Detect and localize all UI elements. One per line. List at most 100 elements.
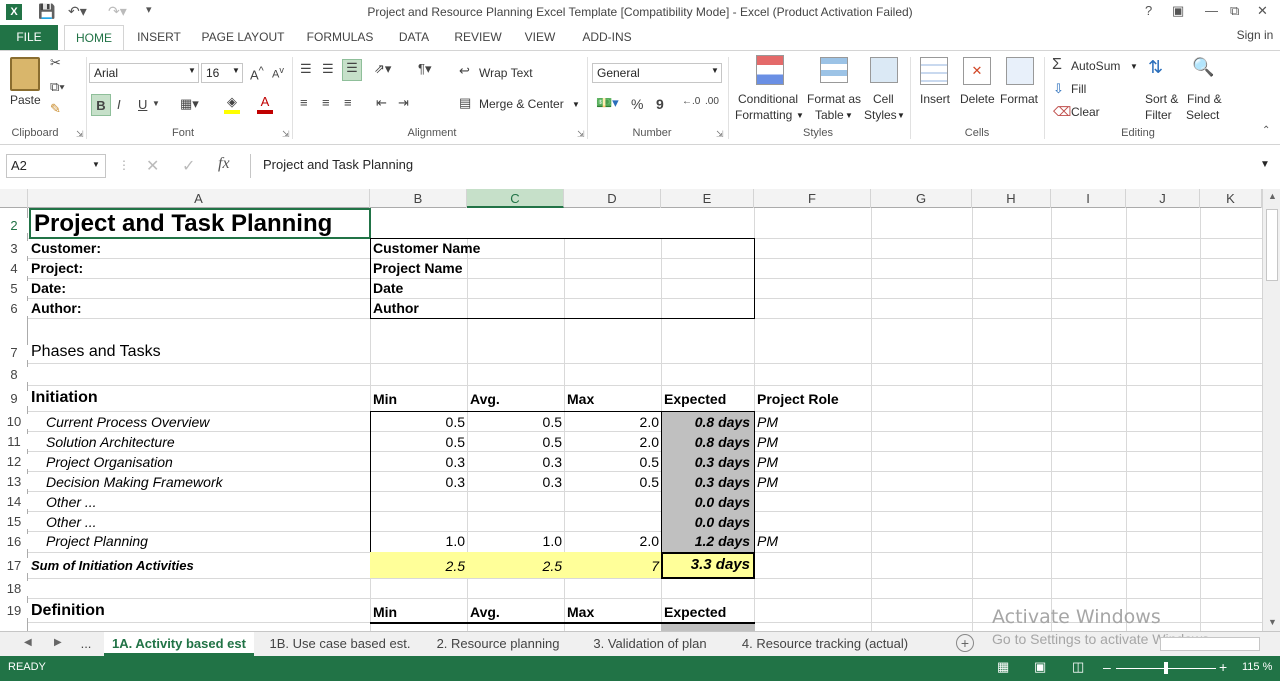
wrap-text-button[interactable]: Wrap Text	[479, 66, 533, 80]
col-header[interactable]: G	[871, 189, 972, 208]
row-header[interactable]: 15	[0, 514, 28, 529]
sort-filter-icon[interactable]: ⇅	[1148, 57, 1163, 78]
decrease-indent-icon[interactable]: ⇤	[376, 95, 387, 111]
align-left-icon[interactable]: ≡	[300, 95, 308, 110]
fill-icon[interactable]: ⇩	[1053, 81, 1064, 97]
sum-label[interactable]: Sum of Initiation Activities	[31, 558, 194, 573]
task-expected[interactable]: 0.3 days	[662, 454, 750, 470]
help-button[interactable]: ?	[1145, 3, 1152, 18]
task-name[interactable]: Project Planning	[46, 533, 148, 549]
task-avg[interactable]: 0.5	[467, 434, 562, 450]
task-role[interactable]: PM	[757, 434, 778, 450]
row-header[interactable]: 6	[0, 301, 28, 316]
underline-dropdown-icon[interactable]: ▼	[152, 99, 160, 108]
increase-decimal-icon[interactable]: ←.0	[682, 96, 700, 107]
task-min[interactable]: 0.5	[370, 414, 465, 430]
page-layout-view-icon[interactable]: ▣	[1034, 659, 1046, 675]
task-role[interactable]: PM	[757, 454, 778, 470]
number-format-select[interactable]: General	[592, 63, 722, 83]
format-cells-icon[interactable]	[1006, 57, 1034, 85]
task-max[interactable]: 0.5	[564, 474, 659, 490]
worksheet-grid[interactable]: 2 3 4 5 6 7 8 9 10 11 12 13 14 15 16 17 …	[0, 208, 1262, 631]
task-expected[interactable]: 0.0 days	[662, 494, 750, 510]
accounting-format-icon[interactable]: 💵▾	[596, 95, 619, 111]
align-bottom-icon[interactable]: ☰	[342, 59, 362, 81]
sum-min[interactable]: 2.5	[370, 558, 465, 574]
row-header[interactable]: 13	[0, 474, 28, 489]
task-role[interactable]: PM	[757, 533, 778, 549]
max-header[interactable]: Max	[567, 391, 594, 407]
info-label[interactable]: Author:	[31, 300, 82, 316]
autosum-button[interactable]: AutoSum	[1071, 59, 1120, 73]
copy-icon[interactable]: ⧉▾	[50, 79, 65, 95]
row-header[interactable]: 4	[0, 261, 28, 276]
info-value[interactable]: Date	[373, 280, 403, 296]
scroll-down-icon[interactable]: ▼	[1268, 617, 1277, 627]
zoom-out-button[interactable]: –	[1103, 659, 1111, 675]
tab-home[interactable]: HOME	[64, 25, 124, 51]
merge-center-icon[interactable]: ▤	[459, 95, 471, 111]
next-sheet-icon[interactable]: ▶	[54, 637, 62, 648]
increase-font-icon[interactable]: A^	[250, 65, 264, 82]
format-as-table-button[interactable]: Format as	[807, 92, 861, 106]
sum-max[interactable]: 7	[564, 558, 659, 574]
task-max[interactable]: 2.0	[564, 434, 659, 450]
italic-button[interactable]: I	[117, 97, 121, 112]
align-right-icon[interactable]: ≡	[344, 95, 352, 110]
info-value[interactable]: Customer Name	[373, 240, 480, 256]
page-break-view-icon[interactable]: ◫	[1072, 659, 1084, 675]
col-header[interactable]: C	[467, 189, 564, 208]
find-select-button[interactable]: Find &	[1187, 92, 1222, 106]
zoom-slider-handle[interactable]	[1164, 662, 1168, 674]
tab-file[interactable]: FILE	[0, 25, 58, 50]
initiation-header[interactable]: Initiation	[31, 389, 98, 407]
avg-header[interactable]: Avg.	[470, 391, 500, 407]
sign-in-link[interactable]: Sign in	[1232, 23, 1278, 48]
tab-review[interactable]: REVIEW	[450, 25, 506, 50]
bold-button[interactable]: B	[91, 94, 111, 116]
expand-formula-icon[interactable]: ▼	[1260, 159, 1270, 170]
col-header[interactable]: B	[370, 189, 467, 208]
row-header[interactable]: 16	[0, 534, 28, 549]
info-label[interactable]: Customer:	[31, 240, 101, 256]
info-value[interactable]: Author	[373, 300, 419, 316]
formula-input[interactable]: Project and Task Planning	[250, 154, 1276, 178]
row-header[interactable]: 5	[0, 281, 28, 296]
col-header[interactable]: H	[972, 189, 1051, 208]
col-header[interactable]: E	[661, 189, 754, 208]
align-top-icon[interactable]: ☰	[300, 61, 312, 77]
definition-header[interactable]: Definition	[31, 602, 105, 620]
def-min-header[interactable]: Min	[373, 604, 397, 620]
name-box[interactable]: A2	[6, 154, 106, 178]
conditional-formatting-label[interactable]: Formatting	[735, 108, 792, 122]
decrease-decimal-icon[interactable]: .00	[705, 96, 719, 107]
task-role[interactable]: PM	[757, 474, 778, 490]
zoom-level[interactable]: 115 %	[1242, 661, 1272, 673]
prev-sheet-icon[interactable]: ◀	[24, 637, 32, 648]
add-sheet-icon[interactable]: +	[956, 634, 974, 652]
tab-insert[interactable]: INSERT	[134, 25, 184, 50]
find-select-icon[interactable]: 🔍	[1192, 57, 1214, 78]
task-name[interactable]: Project Organisation	[46, 454, 173, 470]
delete-button[interactable]: Delete	[960, 92, 995, 106]
row-header[interactable]: 8	[0, 367, 28, 382]
row-header[interactable]: 14	[0, 494, 28, 509]
scroll-up-icon[interactable]: ▲	[1268, 191, 1277, 201]
cell-styles-label[interactable]: Styles	[864, 108, 897, 122]
task-avg[interactable]: 0.3	[467, 474, 562, 490]
text-direction-icon[interactable]: ¶▾	[418, 61, 432, 77]
format-as-table-icon[interactable]	[820, 57, 848, 83]
task-name[interactable]: Solution Architecture	[46, 434, 175, 450]
normal-view-icon[interactable]: ▦	[997, 659, 1009, 675]
row-header[interactable]: 3	[0, 241, 28, 256]
col-header[interactable]: J	[1126, 189, 1200, 208]
task-expected[interactable]: 1.2 days	[662, 533, 750, 549]
select-all-button[interactable]	[0, 189, 28, 208]
cell-styles-button[interactable]: Cell	[873, 92, 894, 106]
sum-avg[interactable]: 2.5	[467, 558, 562, 574]
task-avg[interactable]: 1.0	[467, 533, 562, 549]
task-min[interactable]: 0.5	[370, 434, 465, 450]
row-header[interactable]: 19	[0, 603, 28, 618]
cancel-entry-icon[interactable]: ✕	[146, 156, 159, 176]
task-max[interactable]: 2.0	[564, 414, 659, 430]
